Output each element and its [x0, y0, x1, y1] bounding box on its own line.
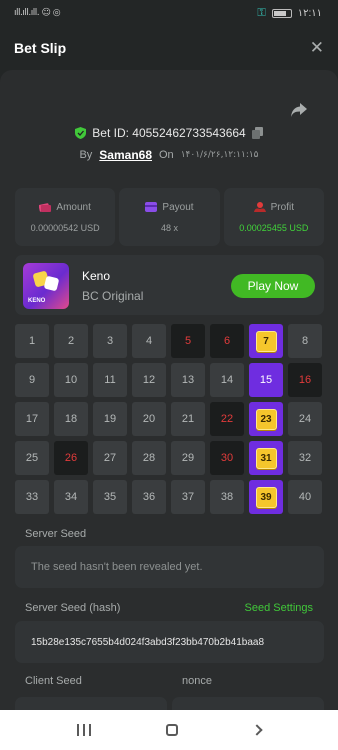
close-icon[interactable]: ✕ [310, 38, 324, 58]
keno-cell: 27 [93, 441, 127, 475]
profit-value: 0.00025455 USD [239, 222, 309, 233]
amount-label: Amount [56, 201, 91, 213]
back-icon[interactable] [250, 724, 263, 736]
keno-cell: 39 [249, 480, 283, 514]
username-link[interactable]: Saman68 [99, 148, 152, 162]
keno-cell: 8 [288, 324, 322, 358]
share-icon[interactable] [290, 102, 308, 118]
system-nav-bar [0, 710, 338, 750]
keno-cell: 21 [171, 402, 205, 436]
bet-meta-row: By Saman68 On ۱۴۰۱/۶/۲۶,۱۲:۱۱:۱۵ [0, 148, 338, 162]
keno-cell: 28 [132, 441, 166, 475]
game-subtitle: BC Original [82, 289, 144, 303]
keno-cell: 9 [15, 363, 49, 397]
hit-tile: 7 [255, 330, 277, 352]
key-icon: ⚿ [257, 6, 266, 19]
bet-id: Bet ID: 40552462733543664 [92, 126, 246, 140]
keno-cell: 38 [210, 480, 244, 514]
recents-icon[interactable] [77, 724, 92, 736]
hit-tile: 23 [255, 408, 277, 430]
server-seed-field: The seed hasn't been revealed yet. [15, 546, 324, 588]
wallet-icon [145, 202, 158, 212]
bet-slip-sheet: Bet ID: 40552462733543664 By Saman68 On … [0, 70, 338, 713]
server-seed-label: Server Seed [25, 528, 87, 540]
keno-cell: 16 [288, 363, 322, 397]
keno-cell: 11 [93, 363, 127, 397]
keno-cell: 40 [288, 480, 322, 514]
nonce-label: nonce [182, 675, 212, 687]
keno-cell: 22 [210, 402, 244, 436]
status-bar: ıll.ıll.ıll. ☺ ◎ ⚿ ۱۲:۱۱ [0, 0, 338, 26]
keno-cell: 12 [132, 363, 166, 397]
amount-header: Amount [39, 201, 91, 213]
by-label: By [79, 149, 93, 161]
status-right: ⚿ ۱۲:۱۱ [257, 7, 322, 20]
keno-cell: 24 [288, 402, 322, 436]
hit-tile: 31 [255, 447, 277, 469]
hit-tile: 39 [255, 486, 277, 508]
status-icons: ıll.ıll.ıll. ☺ ◎ [14, 8, 61, 18]
client-seed-label: Client Seed [25, 675, 82, 687]
payout-value: 48 x [160, 222, 178, 233]
keno-cell: 5 [171, 324, 205, 358]
battery-icon [271, 8, 292, 18]
bet-id-row: Bet ID: 40552462733543664 [0, 126, 338, 140]
on-label: On [159, 149, 174, 161]
keno-cell: 3 [93, 324, 127, 358]
server-hash-field[interactable]: 15b28e135c7655b4d024f3abd3f23bb470b2b41b… [15, 621, 324, 663]
payout-label: Payout [162, 201, 194, 213]
keno-cell: 29 [171, 441, 205, 475]
keno-cell: 26 [54, 441, 88, 475]
keno-cell: 2 [54, 324, 88, 358]
keno-grid: 1 2 3 4 5 6 7 8 9 10 11 12 13 14 15 16 17 18 19 20 21 22 23 24 2… [15, 324, 325, 514]
keno-cell: 23 [249, 402, 283, 436]
amount-stat: Amount 0.00000542 USD [15, 188, 116, 246]
amount-value: 0.00000542 USD [30, 222, 100, 233]
keno-cell: 25 [15, 441, 49, 475]
copy-icon[interactable] [251, 127, 263, 139]
keno-cell: 17 [15, 402, 49, 436]
keno-cell: 31 [249, 441, 283, 475]
status-time: ۱۲:۱۱ [297, 7, 322, 19]
keno-cell: 36 [132, 480, 166, 514]
profit-label: Profit [270, 201, 294, 213]
profit-stat: Profit 0.00025455 USD [223, 188, 324, 246]
home-icon[interactable] [165, 724, 178, 736]
server-hash-label: Server Seed (hash) [25, 602, 121, 614]
stats-row: Amount 0.00000542 USD Payout 48 x Profit [15, 188, 324, 246]
keno-cell: 20 [132, 402, 166, 436]
payout-stat: Payout 48 x [119, 188, 220, 246]
keno-cell: 34 [54, 480, 88, 514]
keno-cell: 30 [210, 441, 244, 475]
keno-cell: 35 [93, 480, 127, 514]
payout-header: Payout [145, 201, 194, 213]
keno-cell: 14 [210, 363, 244, 397]
page-title: Bet Slip [14, 40, 67, 56]
keno-cell: 4 [132, 324, 166, 358]
profit-icon [253, 202, 266, 212]
die-icon [43, 275, 60, 292]
verified-shield-icon [75, 127, 87, 139]
keno-cell: 1 [15, 324, 49, 358]
keno-cell: 15 [249, 363, 283, 397]
keno-cell: 6 [210, 324, 244, 358]
keno-cell: 33 [15, 480, 49, 514]
profit-header: Profit [253, 201, 294, 213]
money-icon [39, 203, 52, 212]
keno-thumbnail[interactable]: KENO [23, 263, 69, 309]
bet-date: ۱۴۰۱/۶/۲۶,۱۲:۱۱:۱۵ [180, 150, 259, 160]
play-now-button[interactable]: Play Now [231, 274, 315, 298]
keno-cell: 13 [171, 363, 205, 397]
header: Bet Slip ✕ [0, 26, 338, 70]
keno-cell: 10 [54, 363, 88, 397]
keno-cell: 32 [288, 441, 322, 475]
thumb-label: KENO [28, 298, 46, 304]
keno-cell: 37 [171, 480, 205, 514]
game-card: KENO Keno BC Original Play Now [15, 255, 324, 315]
game-name: Keno [82, 269, 111, 283]
keno-cell: 18 [54, 402, 88, 436]
seed-settings-link[interactable]: Seed Settings [245, 602, 314, 614]
keno-cell: 19 [93, 402, 127, 436]
keno-cell: 7 [249, 324, 283, 358]
